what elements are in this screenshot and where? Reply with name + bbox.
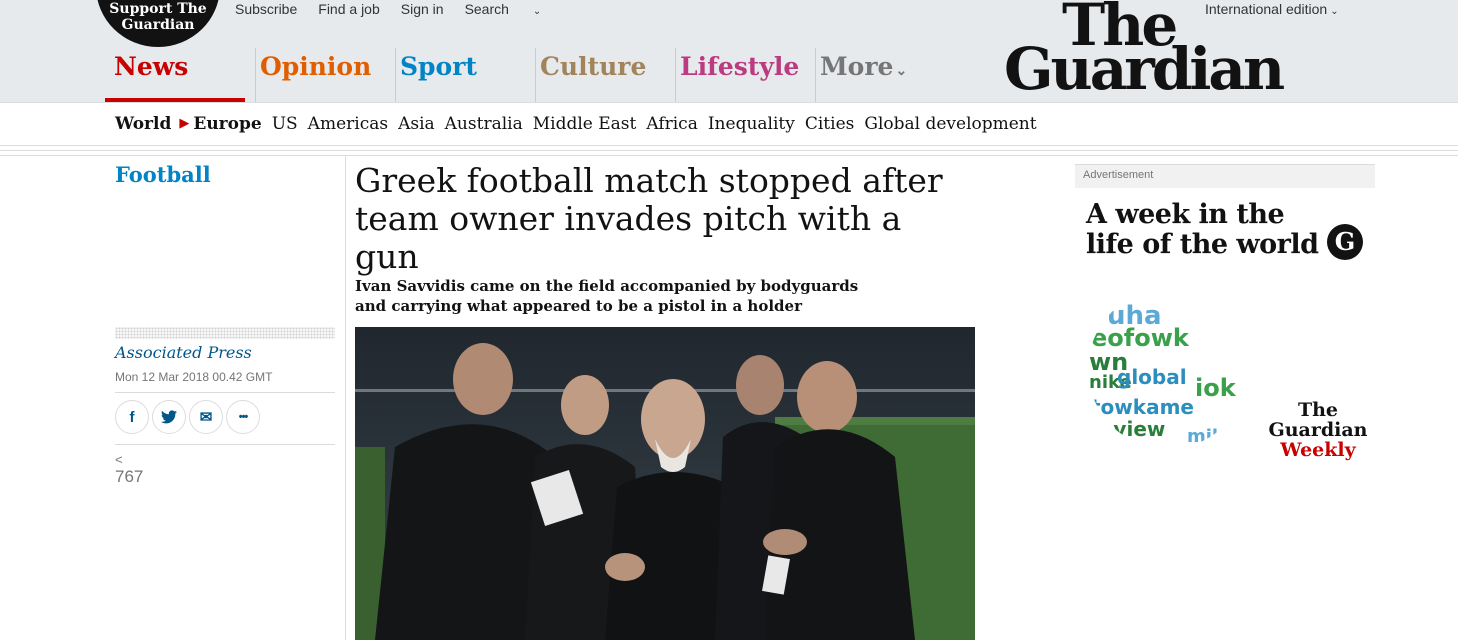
pillar-label: Sport [400, 52, 477, 81]
section-label[interactable]: Football [115, 162, 211, 187]
support-the-guardian-button[interactable]: Support The Guardian [96, 0, 220, 47]
pillar-label: More [820, 52, 894, 81]
cloud-word: iok [1195, 374, 1237, 402]
top-links: Subscribe Find a job Sign in Search ⌄ [235, 0, 583, 20]
ad-headline: A week in the life of the world [1086, 199, 1319, 260]
divider [115, 444, 335, 445]
support-line-1: Support The [109, 1, 207, 17]
twitter-icon [161, 410, 177, 424]
article-container: Football Associated Press Mon 12 Mar 201… [95, 156, 1395, 640]
guardian-g-icon: G [1327, 224, 1363, 260]
subnav-item-africa[interactable]: Africa [646, 114, 698, 134]
pillar-sport[interactable]: Sport [395, 48, 535, 102]
subnav-item-inequality[interactable]: Inequality [708, 114, 795, 134]
site-header: Support The Guardian Subscribe Find a jo… [0, 0, 1458, 102]
cloud-word: towkame [1091, 395, 1194, 419]
email-share-button[interactable]: ✉ [189, 400, 223, 434]
more-share-button[interactable]: ••• [226, 400, 260, 434]
pillar-more[interactable]: More ⌄ [815, 48, 908, 102]
word-cloud-globe-icon: uha eofowk wn nike global iok towkame ie… [1089, 301, 1237, 447]
sub-navigation: World ▶ Europe US Americas Asia Australi… [0, 102, 1458, 146]
subnav-item-asia[interactable]: Asia [398, 114, 435, 134]
subnav-current-europe[interactable]: Europe [193, 114, 261, 134]
subnav-item-middle-east[interactable]: Middle East [533, 114, 637, 134]
breadcrumb-arrow-icon: ▶ [179, 116, 190, 131]
search-link[interactable]: Search ⌄ [465, 0, 563, 20]
email-icon: ✉ [199, 409, 213, 426]
chevron-down-icon: ⌄ [532, 6, 542, 17]
pillar-label: News [114, 52, 189, 81]
facebook-share-button[interactable]: f [115, 400, 149, 434]
edition-label: International edition [1205, 1, 1328, 17]
logo-line-2: Guardian [1004, 35, 1285, 103]
find-a-job-link[interactable]: Find a job [318, 0, 379, 20]
pillar-label: Culture [540, 52, 647, 81]
share-count: 767 [115, 467, 144, 486]
subnav-item-cities[interactable]: Cities [805, 114, 855, 134]
cloud-word: mik [1187, 426, 1225, 447]
advertisement[interactable]: Advertisement A week in the life of the … [1075, 164, 1375, 464]
sign-in-link[interactable]: Sign in [401, 0, 444, 20]
cloud-word: global [1117, 365, 1187, 389]
twitter-share-button[interactable] [152, 400, 186, 434]
pillar-label: Lifestyle [680, 52, 800, 81]
support-line-2: Guardian [121, 17, 195, 33]
chevron-down-icon: ⌄ [895, 63, 908, 79]
photo-illustration [355, 327, 975, 640]
guardian-weekly-logo: The Guardian Weekly [1263, 400, 1373, 460]
subnav-parent-world[interactable]: World [115, 114, 171, 134]
edition-switcher[interactable]: International edition ⌄ [1205, 0, 1339, 21]
article-main-image[interactable] [355, 327, 975, 640]
subnav-item-us[interactable]: US [272, 114, 298, 134]
article-headline: Greek football match stopped after team … [355, 161, 943, 276]
pillar-culture[interactable]: Culture [535, 48, 675, 102]
share-buttons: f ✉ ••• [115, 400, 260, 434]
share-icon: < [115, 452, 123, 467]
search-label: Search [464, 1, 509, 17]
more-icon: ••• [238, 411, 249, 423]
publish-date: Mon 12 Mar 2018 00.42 GMT [115, 370, 273, 384]
subnav-item-americas[interactable]: Americas [308, 114, 388, 134]
subnav-item-australia[interactable]: Australia [445, 114, 523, 134]
subnav-item-global-development[interactable]: Global development [864, 114, 1036, 134]
pillar-lifestyle[interactable]: Lifestyle [675, 48, 815, 102]
byline[interactable]: Associated Press [115, 343, 252, 362]
pillar-label: Opinion [260, 52, 372, 81]
cloud-word: ieview [1093, 417, 1165, 441]
dotted-divider [115, 327, 335, 339]
ad-brand-line-2: Weekly [1280, 439, 1356, 461]
pillar-news[interactable]: News [105, 48, 245, 102]
article-standfirst: Ivan Savvidis came on the field accompan… [355, 277, 859, 315]
chevron-down-icon: ⌄ [1330, 6, 1339, 17]
ad-brand-line-1: The Guardian [1268, 399, 1368, 441]
column-divider [345, 156, 346, 640]
ad-body[interactable]: A week in the life of the world G uha eo… [1075, 188, 1375, 464]
ad-label: Advertisement [1075, 164, 1375, 188]
facebook-icon: f [129, 408, 135, 426]
divider [115, 392, 335, 393]
subscribe-link[interactable]: Subscribe [235, 0, 297, 20]
pillar-opinion[interactable]: Opinion [255, 48, 395, 102]
